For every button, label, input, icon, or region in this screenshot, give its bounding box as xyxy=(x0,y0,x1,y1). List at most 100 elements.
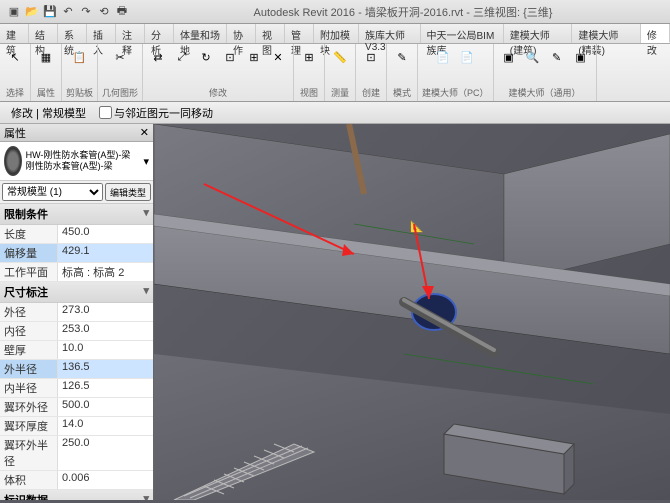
revit-logo-icon: ▣ xyxy=(6,4,22,20)
ribbon-tab[interactable]: 中天一公局BIM族库 xyxy=(421,24,504,43)
panel-label: 视图 xyxy=(300,86,318,99)
ribbon-button[interactable]: ⊡ xyxy=(360,46,382,68)
property-row[interactable]: 翼环外半径250.0 xyxy=(0,436,153,471)
property-section[interactable]: 限制条件 xyxy=(0,204,153,225)
ribbon-panel: ✂ 几何图形 xyxy=(98,44,143,101)
panel-label: 修改 xyxy=(209,86,227,99)
ribbon-panel: 📋剪贴板 xyxy=(62,44,98,101)
ribbon-tab[interactable]: 修改 xyxy=(641,24,670,43)
property-value[interactable]: 500.0 xyxy=(58,398,153,416)
property-value[interactable]: 273.0 xyxy=(58,303,153,321)
ribbon-tab[interactable]: 注释 xyxy=(116,24,145,43)
ribbon-tab[interactable]: 建筑 xyxy=(0,24,29,43)
ribbon-tab[interactable]: 协作 xyxy=(227,24,256,43)
ribbon-tab[interactable]: 建模大师 (精装) xyxy=(572,24,641,43)
ribbon-button[interactable]: ✂ xyxy=(109,46,131,68)
property-value[interactable]: 126.5 xyxy=(58,379,153,397)
ribbon-tab[interactable]: 体量和场地 xyxy=(174,24,227,43)
ribbon-button[interactable]: ▦ xyxy=(35,46,57,68)
ribbon-panel: ▦属性 xyxy=(31,44,62,101)
property-row[interactable]: 工作平面标高 : 标高 2 xyxy=(0,263,153,282)
ribbon-panel: ▣🔍✎▣建模大师（通用） xyxy=(494,44,597,101)
chevron-down-icon[interactable]: ▾ xyxy=(143,155,149,168)
close-icon[interactable]: ✕ xyxy=(140,126,149,139)
ribbon-panels: ↖选择▦属性📋剪贴板✂几何图形⇄⤢↻⊡⊞✕修改⊞视图📏测量⊡创建✎模式📄📄建模大… xyxy=(0,44,670,102)
ribbon-button[interactable]: 🔍 xyxy=(522,46,544,68)
property-section[interactable]: 尺寸标注 xyxy=(0,282,153,303)
ribbon-tab[interactable]: 分析 xyxy=(145,24,174,43)
ribbon-button[interactable]: ↻ xyxy=(195,46,217,68)
property-key: 内半径 xyxy=(0,379,58,397)
property-key: 翼环外半径 xyxy=(0,436,58,470)
property-value[interactable]: 253.0 xyxy=(58,322,153,340)
property-value[interactable]: 标高 : 标高 2 xyxy=(58,263,153,281)
ribbon-button[interactable]: ⊡ xyxy=(219,46,241,68)
category-filter[interactable]: 常规模型 (1) xyxy=(2,183,103,201)
options-bar: 修改 | 常规模型 与邻近图元一同移动 xyxy=(0,102,670,124)
property-value[interactable]: 450.0 xyxy=(58,225,153,243)
property-value[interactable]: 14.0 xyxy=(58,417,153,435)
viewport-3d[interactable]: 📐 xyxy=(154,124,670,500)
checkbox-icon[interactable] xyxy=(99,106,112,119)
property-key: 内径 xyxy=(0,322,58,340)
property-section[interactable]: 标识数据 xyxy=(0,490,153,500)
property-value[interactable]: 250.0 xyxy=(58,436,153,470)
sync-icon[interactable]: ⟲ xyxy=(96,4,112,20)
property-key: 长度 xyxy=(0,225,58,243)
ribbon-button[interactable]: 📄 xyxy=(432,46,454,68)
property-row[interactable]: 偏移量429.1 xyxy=(0,244,153,263)
ribbon-button[interactable]: ⇄ xyxy=(147,46,169,68)
property-row[interactable]: 体积0.006 xyxy=(0,471,153,490)
panel-label: 几何图形 xyxy=(102,86,138,99)
undo-icon[interactable]: ↶ xyxy=(60,4,76,20)
ribbon-tab[interactable]: 结构 xyxy=(29,24,58,43)
ribbon-button[interactable]: ⤢ xyxy=(171,46,193,68)
ribbon-button[interactable]: ▣ xyxy=(498,46,520,68)
panel-label: 建模大师（PC） xyxy=(422,86,489,99)
ribbon-button[interactable]: 📏 xyxy=(329,46,351,68)
open-icon[interactable]: 📂 xyxy=(24,4,40,20)
property-row[interactable]: 内径253.0 xyxy=(0,322,153,341)
property-value[interactable]: 0.006 xyxy=(58,471,153,489)
ribbon-button[interactable]: 📄 xyxy=(456,46,478,68)
ribbon-panel: 📄📄 建模大师（PC） xyxy=(418,44,494,101)
panel-label: 测量 xyxy=(331,86,349,99)
move-with-nearby-checkbox[interactable]: 与邻近图元一同移动 xyxy=(99,105,213,121)
ribbon-button[interactable]: ⊞ xyxy=(298,46,320,68)
ribbon-tab[interactable]: 管理 xyxy=(285,24,314,43)
property-row[interactable]: 翼环外径500.0 xyxy=(0,398,153,417)
property-value[interactable]: 136.5 xyxy=(58,360,153,378)
save-icon[interactable]: 💾 xyxy=(42,4,58,20)
ribbon-tabs: 建筑结构系统插入注释分析体量和场地协作视图管理附加模块族库大师V3.3中天一公局… xyxy=(0,24,670,44)
properties-filter: 常规模型 (1) 编辑类型 xyxy=(0,181,153,204)
property-value[interactable]: 10.0 xyxy=(58,341,153,359)
property-row[interactable]: 壁厚10.0 xyxy=(0,341,153,360)
ribbon-button[interactable]: ✎ xyxy=(546,46,568,68)
property-row[interactable]: 翼环厚度14.0 xyxy=(0,417,153,436)
ribbon-button[interactable]: ✕ xyxy=(267,46,289,68)
ribbon-tab[interactable]: 建模大师 (建筑) xyxy=(504,24,573,43)
ribbon-tab[interactable]: 附加模块 xyxy=(314,24,359,43)
ribbon-button[interactable]: ✎ xyxy=(391,46,413,68)
ribbon-button[interactable]: ▣ xyxy=(570,46,592,68)
property-row[interactable]: 长度450.0 xyxy=(0,225,153,244)
edit-type-button[interactable]: 编辑类型 xyxy=(105,183,151,201)
ribbon-tab[interactable]: 插入 xyxy=(87,24,116,43)
property-row[interactable]: 外径273.0 xyxy=(0,303,153,322)
property-value[interactable]: 429.1 xyxy=(58,244,153,262)
panel-label: 模式 xyxy=(393,86,411,99)
property-row[interactable]: 外半径136.5 xyxy=(0,360,153,379)
property-key: 壁厚 xyxy=(0,341,58,359)
property-row[interactable]: 内半径126.5 xyxy=(0,379,153,398)
type-selector[interactable]: HW-刚性防水套管(A型)-梁 刚性防水套管(A型)-梁 ▾ xyxy=(0,142,153,181)
ribbon-button[interactable]: ↖ xyxy=(4,46,26,68)
ribbon-tab[interactable]: 视图 xyxy=(256,24,285,43)
redo-icon[interactable]: ↷ xyxy=(78,4,94,20)
property-key: 翼环厚度 xyxy=(0,417,58,435)
ribbon-panel: ⇄⤢↻⊡⊞✕ 修改 xyxy=(143,44,294,101)
print-icon[interactable]: 🖶 xyxy=(114,4,130,20)
ribbon-tab[interactable]: 系统 xyxy=(58,24,87,43)
ribbon-tab[interactable]: 族库大师V3.3 xyxy=(359,24,420,43)
ribbon-button[interactable]: 📋 xyxy=(69,46,91,68)
ribbon-button[interactable]: ⊞ xyxy=(243,46,265,68)
